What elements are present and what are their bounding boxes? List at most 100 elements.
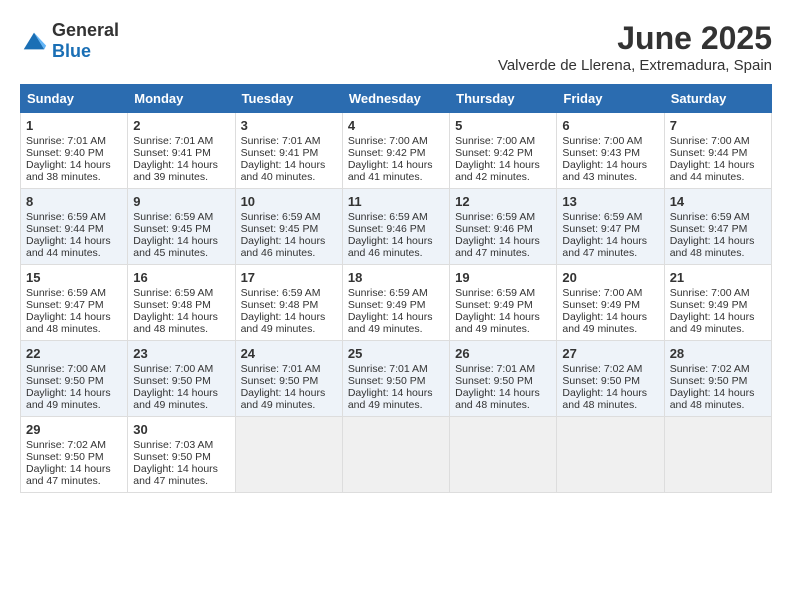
empty-cell bbox=[235, 417, 342, 493]
sunset-text: Sunset: 9:50 PM bbox=[241, 375, 337, 387]
day-number: 10 bbox=[241, 194, 337, 209]
sunset-text: Sunset: 9:48 PM bbox=[133, 299, 229, 311]
sunrise-text: Sunrise: 7:00 AM bbox=[133, 363, 229, 375]
daylight-text: Daylight: 14 hours and 44 minutes. bbox=[26, 235, 122, 259]
sunrise-text: Sunrise: 6:59 AM bbox=[133, 287, 229, 299]
daylight-text: Daylight: 14 hours and 48 minutes. bbox=[133, 311, 229, 335]
sunrise-text: Sunrise: 7:00 AM bbox=[670, 135, 766, 147]
day-number: 24 bbox=[241, 346, 337, 361]
sunset-text: Sunset: 9:46 PM bbox=[348, 223, 444, 235]
day-cell-10: 10Sunrise: 6:59 AMSunset: 9:45 PMDayligh… bbox=[235, 189, 342, 265]
day-number: 6 bbox=[562, 118, 658, 133]
daylight-text: Daylight: 14 hours and 46 minutes. bbox=[348, 235, 444, 259]
sunrise-text: Sunrise: 7:02 AM bbox=[26, 439, 122, 451]
daylight-text: Daylight: 14 hours and 44 minutes. bbox=[670, 159, 766, 183]
day-number: 9 bbox=[133, 194, 229, 209]
logo-text: General Blue bbox=[52, 20, 119, 62]
calendar-subtitle: Valverde de Llerena, Extremadura, Spain bbox=[498, 57, 772, 74]
sunrise-text: Sunrise: 6:59 AM bbox=[455, 211, 551, 223]
sunset-text: Sunset: 9:49 PM bbox=[348, 299, 444, 311]
daylight-text: Daylight: 14 hours and 49 minutes. bbox=[348, 311, 444, 335]
day-number: 2 bbox=[133, 118, 229, 133]
sunset-text: Sunset: 9:42 PM bbox=[455, 147, 551, 159]
sunset-text: Sunset: 9:44 PM bbox=[670, 147, 766, 159]
sunset-text: Sunset: 9:43 PM bbox=[562, 147, 658, 159]
sunset-text: Sunset: 9:49 PM bbox=[455, 299, 551, 311]
sunset-text: Sunset: 9:42 PM bbox=[348, 147, 444, 159]
day-number: 17 bbox=[241, 270, 337, 285]
day-number: 28 bbox=[670, 346, 766, 361]
sunset-text: Sunset: 9:47 PM bbox=[26, 299, 122, 311]
sunset-text: Sunset: 9:49 PM bbox=[562, 299, 658, 311]
sunrise-text: Sunrise: 6:59 AM bbox=[241, 211, 337, 223]
sunset-text: Sunset: 9:45 PM bbox=[241, 223, 337, 235]
week-row-3: 15Sunrise: 6:59 AMSunset: 9:47 PMDayligh… bbox=[21, 265, 772, 341]
sunset-text: Sunset: 9:47 PM bbox=[562, 223, 658, 235]
day-cell-23: 23Sunrise: 7:00 AMSunset: 9:50 PMDayligh… bbox=[128, 341, 235, 417]
day-header-saturday: Saturday bbox=[664, 85, 771, 113]
day-cell-22: 22Sunrise: 7:00 AMSunset: 9:50 PMDayligh… bbox=[21, 341, 128, 417]
day-cell-3: 3Sunrise: 7:01 AMSunset: 9:41 PMDaylight… bbox=[235, 113, 342, 189]
day-header-wednesday: Wednesday bbox=[342, 85, 449, 113]
day-number: 12 bbox=[455, 194, 551, 209]
sunset-text: Sunset: 9:50 PM bbox=[133, 375, 229, 387]
day-number: 19 bbox=[455, 270, 551, 285]
sunset-text: Sunset: 9:50 PM bbox=[26, 375, 122, 387]
day-cell-7: 7Sunrise: 7:00 AMSunset: 9:44 PMDaylight… bbox=[664, 113, 771, 189]
sunset-text: Sunset: 9:50 PM bbox=[133, 451, 229, 463]
sunset-text: Sunset: 9:47 PM bbox=[670, 223, 766, 235]
day-cell-4: 4Sunrise: 7:00 AMSunset: 9:42 PMDaylight… bbox=[342, 113, 449, 189]
sunset-text: Sunset: 9:50 PM bbox=[562, 375, 658, 387]
daylight-text: Daylight: 14 hours and 42 minutes. bbox=[455, 159, 551, 183]
day-cell-9: 9Sunrise: 6:59 AMSunset: 9:45 PMDaylight… bbox=[128, 189, 235, 265]
sunset-text: Sunset: 9:41 PM bbox=[241, 147, 337, 159]
day-cell-11: 11Sunrise: 6:59 AMSunset: 9:46 PMDayligh… bbox=[342, 189, 449, 265]
day-header-tuesday: Tuesday bbox=[235, 85, 342, 113]
day-header-monday: Monday bbox=[128, 85, 235, 113]
day-header-sunday: Sunday bbox=[21, 85, 128, 113]
day-cell-20: 20Sunrise: 7:00 AMSunset: 9:49 PMDayligh… bbox=[557, 265, 664, 341]
logo-general: General bbox=[52, 20, 119, 40]
day-cell-12: 12 Sunrise: 6:59 AMSunset: 9:46 PMDayligh… bbox=[450, 189, 557, 265]
sunset-text: Sunset: 9:50 PM bbox=[455, 375, 551, 387]
logo: General Blue bbox=[20, 20, 119, 62]
empty-cell bbox=[557, 417, 664, 493]
day-number: 13 bbox=[562, 194, 658, 209]
daylight-text: Daylight: 14 hours and 49 minutes. bbox=[241, 387, 337, 411]
daylight-text: Daylight: 14 hours and 38 minutes. bbox=[26, 159, 122, 183]
daylight-text: Daylight: 14 hours and 47 minutes. bbox=[455, 235, 551, 259]
day-cell-18: 18Sunrise: 6:59 AMSunset: 9:49 PMDayligh… bbox=[342, 265, 449, 341]
sunrise-text: Sunrise: 7:02 AM bbox=[562, 363, 658, 375]
day-number: 22 bbox=[26, 346, 122, 361]
daylight-text: Daylight: 14 hours and 40 minutes. bbox=[241, 159, 337, 183]
sunrise-text: Sunrise: 6:59 AM bbox=[455, 287, 551, 299]
sunset-text: Sunset: 9:46 PM bbox=[455, 223, 551, 235]
sunrise-text: Sunrise: 6:59 AM bbox=[348, 287, 444, 299]
day-cell-5: 5Sunrise: 7:00 AMSunset: 9:42 PMDaylight… bbox=[450, 113, 557, 189]
daylight-text: Daylight: 14 hours and 47 minutes. bbox=[26, 463, 122, 487]
daylight-text: Daylight: 14 hours and 48 minutes. bbox=[26, 311, 122, 335]
day-cell-17: 17Sunrise: 6:59 AMSunset: 9:48 PMDayligh… bbox=[235, 265, 342, 341]
sunrise-text: Sunrise: 7:01 AM bbox=[348, 363, 444, 375]
day-number: 30 bbox=[133, 422, 229, 437]
day-cell-26: 26Sunrise: 7:01 AMSunset: 9:50 PMDayligh… bbox=[450, 341, 557, 417]
empty-cell bbox=[664, 417, 771, 493]
daylight-text: Daylight: 14 hours and 43 minutes. bbox=[562, 159, 658, 183]
day-number: 29 bbox=[26, 422, 122, 437]
daylight-text: Daylight: 14 hours and 48 minutes. bbox=[670, 235, 766, 259]
day-cell-15: 15 Sunrise: 6:59 AMSunset: 9:47 PMDayligh… bbox=[21, 265, 128, 341]
sunrise-text: Sunrise: 6:59 AM bbox=[562, 211, 658, 223]
daylight-text: Daylight: 14 hours and 45 minutes. bbox=[133, 235, 229, 259]
daylight-text: Daylight: 14 hours and 39 minutes. bbox=[133, 159, 229, 183]
logo-icon bbox=[20, 27, 48, 55]
daylight-text: Daylight: 14 hours and 49 minutes. bbox=[241, 311, 337, 335]
sunset-text: Sunset: 9:45 PM bbox=[133, 223, 229, 235]
header: General Blue June 2025 Valverde de Llere… bbox=[20, 20, 772, 74]
sunrise-text: Sunrise: 6:59 AM bbox=[26, 287, 122, 299]
sunset-text: Sunset: 9:48 PM bbox=[241, 299, 337, 311]
day-cell-28: 28Sunrise: 7:02 AMSunset: 9:50 PMDayligh… bbox=[664, 341, 771, 417]
day-number: 15 bbox=[26, 270, 122, 285]
daylight-text: Daylight: 14 hours and 48 minutes. bbox=[670, 387, 766, 411]
daylight-text: Daylight: 14 hours and 47 minutes. bbox=[562, 235, 658, 259]
sunset-text: Sunset: 9:40 PM bbox=[26, 147, 122, 159]
